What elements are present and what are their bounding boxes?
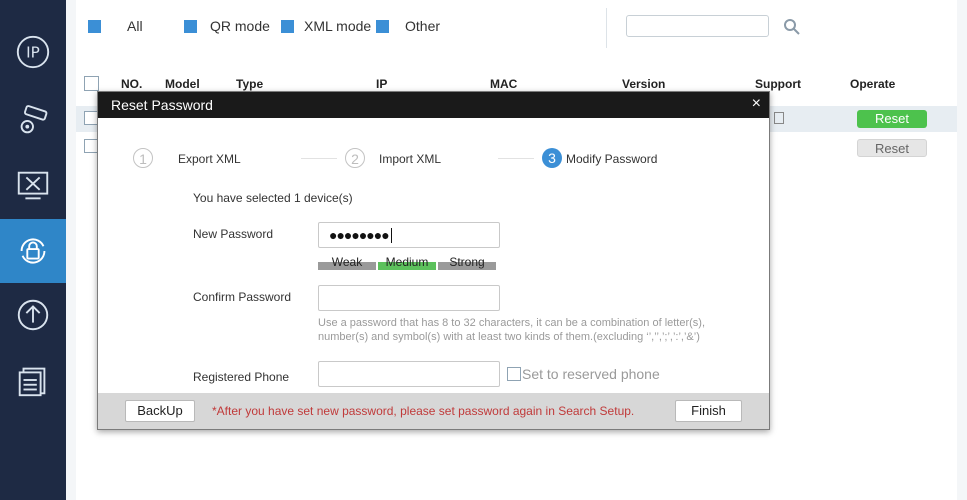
sidebar-item-system-tools[interactable] xyxy=(0,154,66,218)
col-type: Type xyxy=(236,77,264,91)
col-version: Version xyxy=(622,77,666,91)
document-icon xyxy=(18,367,46,397)
confirm-password-label: Confirm Password xyxy=(193,290,292,304)
close-icon[interactable]: × xyxy=(752,95,761,113)
divider xyxy=(606,8,607,48)
registered-phone-label: Registered Phone xyxy=(193,370,290,384)
sidebar-item-password-reset[interactable] xyxy=(0,219,66,283)
password-hint: Use a password that has 8 to 32 characte… xyxy=(318,317,706,343)
sidebar-item-document[interactable] xyxy=(0,348,66,412)
step-connector xyxy=(498,158,534,159)
filter-other-label: Other xyxy=(405,18,441,34)
reset-button[interactable]: Reset xyxy=(857,110,927,128)
reserved-phone-label: Set to reserved phone xyxy=(522,366,660,382)
filter-other-checkbox[interactable] xyxy=(376,20,389,33)
sidebar-item-camera-settings[interactable] xyxy=(0,88,66,152)
system-tools-icon xyxy=(17,171,49,200)
dialog-header: Reset Password × xyxy=(98,92,769,118)
sidebar: IP xyxy=(0,0,66,500)
text-caret xyxy=(391,228,392,243)
finish-button[interactable]: Finish xyxy=(675,400,742,422)
col-mac: MAC xyxy=(490,77,518,91)
strength-medium: Medium xyxy=(378,256,436,270)
step-3-circle: 3 xyxy=(542,148,562,168)
strength-weak-label: Weak xyxy=(331,255,363,269)
step-connector xyxy=(301,158,337,159)
dialog-title: Reset Password xyxy=(111,97,213,113)
step-1-label: Export XML xyxy=(178,152,241,166)
row-checkbox[interactable] xyxy=(84,111,98,125)
strength-strong: Strong xyxy=(438,256,496,270)
reset-password-dialog: Reset Password × 1 Export XML 2 Import X… xyxy=(97,91,770,430)
filter-qr-checkbox[interactable] xyxy=(184,20,197,33)
col-ip: IP xyxy=(376,77,388,91)
col-model: Model xyxy=(165,77,200,91)
filter-all-checkbox[interactable] xyxy=(88,20,101,33)
dialog-footer: BackUp *After you have set new password,… xyxy=(98,393,769,429)
step-1-circle: 1 xyxy=(133,148,153,168)
reserved-phone-checkbox[interactable] xyxy=(507,367,521,381)
sidebar-item-ip[interactable]: IP xyxy=(0,20,66,84)
col-operate: Operate xyxy=(850,77,896,91)
step-3-label: Modify Password xyxy=(566,152,658,166)
support-icon xyxy=(774,112,784,124)
new-password-value: ●●●●●●●● xyxy=(329,227,390,243)
new-password-field[interactable]: ●●●●●●●● xyxy=(318,222,500,248)
registered-phone-field[interactable] xyxy=(318,361,500,387)
password-reset-icon xyxy=(20,238,46,264)
search-input[interactable] xyxy=(626,15,769,37)
ip-icon: IP xyxy=(16,35,50,69)
row-checkbox[interactable] xyxy=(84,139,98,153)
backup-button[interactable]: BackUp xyxy=(125,400,195,422)
filter-all-label: All xyxy=(127,18,143,34)
step-2-label: Import XML xyxy=(379,152,442,166)
col-support: Support xyxy=(755,77,801,91)
selected-count-text: You have selected 1 device(s) xyxy=(193,191,353,205)
col-no: NO. xyxy=(121,77,143,91)
strength-strong-label: Strong xyxy=(449,255,485,269)
svg-text:IP: IP xyxy=(26,44,40,62)
step-2-circle: 2 xyxy=(345,148,365,168)
camera-settings-icon xyxy=(20,105,48,134)
select-all-checkbox[interactable] xyxy=(84,76,99,91)
filter-qr-label: QR mode xyxy=(210,18,270,34)
reset-button[interactable]: Reset xyxy=(857,139,927,157)
sidebar-item-upgrade[interactable] xyxy=(0,283,66,347)
filter-xml-checkbox[interactable] xyxy=(281,20,294,33)
filter-xml-label: XML mode xyxy=(304,18,372,34)
strength-medium-label: Medium xyxy=(385,255,429,269)
strength-weak: Weak xyxy=(318,256,376,270)
confirm-password-field[interactable] xyxy=(318,285,500,311)
search-icon[interactable] xyxy=(782,17,802,37)
upgrade-icon xyxy=(17,299,49,331)
new-password-label: New Password xyxy=(193,227,274,241)
filter-bar: All QR mode XML mode Other xyxy=(76,0,957,54)
warning-text: *After you have set new password, please… xyxy=(212,404,635,418)
